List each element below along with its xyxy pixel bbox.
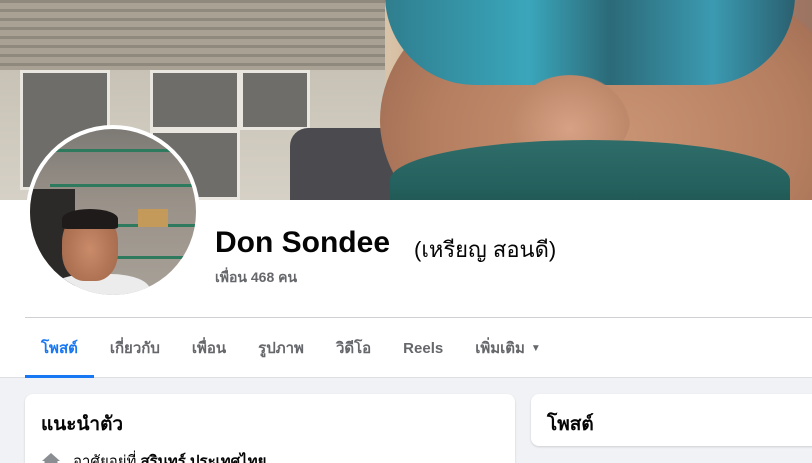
tab-photos[interactable]: รูปภาพ bbox=[242, 318, 320, 378]
intro-location-row: อาศัยอยู่ที่ สุรินทร์ ประเทศไทย bbox=[41, 449, 266, 463]
tab-label: เกี่ยวกับ bbox=[109, 340, 160, 357]
avatar-box bbox=[138, 209, 168, 227]
tab-more[interactable]: เพิ่มเติม ▼ bbox=[459, 318, 557, 378]
tab-videos[interactable]: วิดีโอ bbox=[320, 318, 387, 378]
profile-name: Don Sondee bbox=[215, 226, 391, 259]
tab-friends[interactable]: เพื่อน bbox=[176, 318, 242, 378]
tab-label: วิดีโอ bbox=[335, 340, 372, 357]
tab-reels[interactable]: Reels bbox=[387, 318, 459, 378]
friends-count-link[interactable]: เพื่อน 468 คน bbox=[215, 267, 297, 289]
posts-title: โพสต์ bbox=[547, 414, 594, 435]
cover-window bbox=[240, 70, 310, 130]
avatar-shelf-bar bbox=[50, 184, 196, 187]
tab-label: เพื่อน bbox=[191, 340, 227, 357]
tab-label: รูปภาพ bbox=[258, 340, 304, 357]
tab-label: เพิ่มเติม bbox=[475, 340, 525, 357]
cover-roof bbox=[0, 0, 385, 70]
caret-down-icon: ▼ bbox=[530, 342, 541, 354]
tab-about[interactable]: เกี่ยวกับ bbox=[94, 318, 176, 378]
location-prefix: อาศัยอยู่ที่ bbox=[73, 453, 137, 463]
profile-tabs: โพสต์ เกี่ยวกับ เพื่อน รูปภาพ วิดีโอ Ree… bbox=[25, 318, 557, 378]
tab-label: Reels bbox=[403, 339, 444, 357]
cover-window bbox=[150, 70, 240, 130]
cover-sunglasses bbox=[385, 0, 795, 85]
posts-card: โพสต์ bbox=[531, 394, 812, 446]
avatar-person-hair bbox=[62, 209, 118, 229]
avatar-photo bbox=[30, 129, 196, 295]
home-icon bbox=[42, 453, 60, 463]
location-city-link[interactable]: สุรินทร์ ประเทศไทย bbox=[140, 449, 266, 463]
tab-posts[interactable]: โพสต์ bbox=[25, 318, 94, 378]
intro-title: แนะนำตัว bbox=[41, 414, 124, 435]
profile-alt-name: (เหรียญ สอนดี) bbox=[414, 237, 557, 262]
tab-label: โพสต์ bbox=[41, 340, 78, 357]
intro-card: แนะนำตัว อาศัยอยู่ที่ สุรินทร์ ประเทศไทย bbox=[25, 394, 515, 463]
profile-avatar[interactable] bbox=[26, 125, 200, 299]
